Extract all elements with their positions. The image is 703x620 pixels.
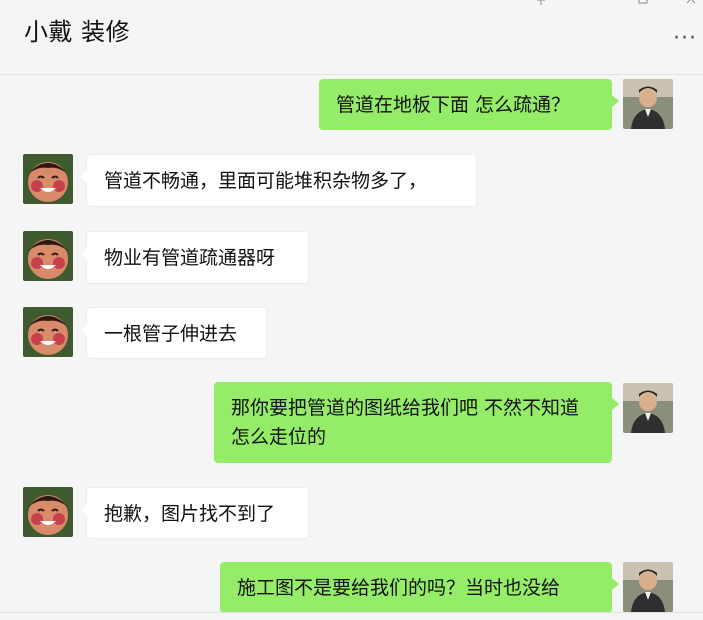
- self-avatar[interactable]: [623, 383, 673, 433]
- pin-icon[interactable]: [531, 0, 551, 12]
- contact-avatar[interactable]: [23, 307, 73, 357]
- incoming-message-bubble[interactable]: 物业有管道疏通器呀: [80, 231, 309, 284]
- incoming-message-bubble[interactable]: 一根管子伸进去: [80, 307, 267, 359]
- incoming-message-bubble[interactable]: 抱歉，图片找不到了: [80, 487, 309, 539]
- close-icon[interactable]: [681, 0, 701, 12]
- minimize-icon[interactable]: [583, 0, 603, 12]
- maximize-icon[interactable]: [633, 0, 653, 12]
- more-dots-icon[interactable]: ···: [673, 26, 697, 51]
- contact-avatar[interactable]: [23, 487, 73, 537]
- chat-header: 小戴 装修 ···: [0, 0, 703, 75]
- self-avatar[interactable]: [623, 79, 673, 129]
- divider: [0, 612, 703, 613]
- outgoing-message-bubble[interactable]: 管道在地板下面 怎么疏通？: [319, 79, 619, 130]
- contact-avatar[interactable]: [23, 154, 73, 204]
- chat-title: 小戴 装修: [24, 18, 131, 46]
- contact-avatar[interactable]: [23, 231, 73, 281]
- incoming-message-bubble[interactable]: 管道不畅通，里面可能堆积杂物多了，: [80, 154, 477, 207]
- outgoing-message-bubble[interactable]: 那你要把管道的图纸给我们吧 不然不知道怎么走位的: [214, 382, 619, 463]
- outgoing-message-bubble[interactable]: 施工图不是要给我们的吗？当时也没给: [220, 562, 619, 613]
- self-avatar[interactable]: [623, 562, 673, 612]
